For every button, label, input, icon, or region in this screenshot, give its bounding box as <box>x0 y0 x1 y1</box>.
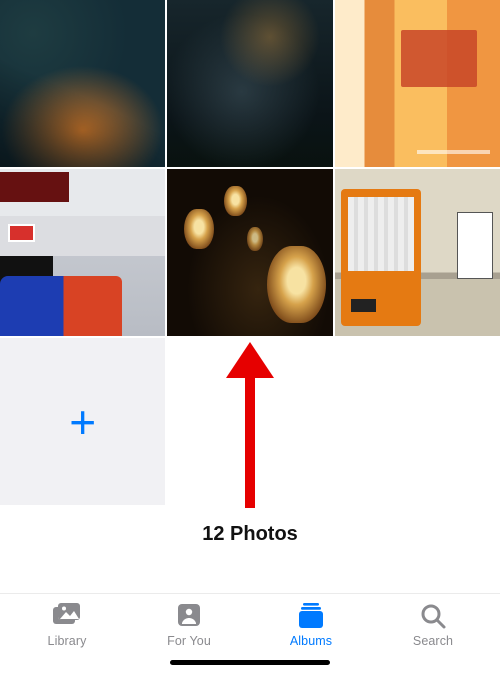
tab-label: Library <box>48 634 87 648</box>
tab-bar: Library For You Albums Search <box>0 593 500 654</box>
search-icon <box>417 602 449 630</box>
thumb-detail <box>224 186 247 216</box>
photo-thumbnail[interactable] <box>0 169 165 336</box>
tab-library[interactable]: Library <box>6 602 128 648</box>
tab-label: Albums <box>290 634 332 648</box>
thumb-detail <box>457 212 493 279</box>
plus-icon: + <box>69 399 96 445</box>
for-you-icon <box>173 602 205 630</box>
library-icon <box>51 602 83 630</box>
tab-label: Search <box>413 634 453 648</box>
albums-icon <box>295 602 327 630</box>
thumb-detail <box>0 276 122 336</box>
photo-thumbnail[interactable] <box>0 0 165 167</box>
photo-count-label: 12 Photos <box>0 505 500 554</box>
thumb-detail <box>247 227 264 250</box>
thumb-detail <box>8 224 34 242</box>
photo-thumbnail[interactable] <box>335 169 500 336</box>
photo-thumbnail[interactable] <box>335 0 500 167</box>
tab-label: For You <box>167 634 211 648</box>
thumb-detail <box>0 172 69 202</box>
thumb-detail <box>341 189 420 326</box>
add-photo-tile[interactable]: + <box>0 338 165 505</box>
thumb-detail <box>267 246 327 323</box>
thumb-detail <box>184 209 214 249</box>
photos-app-root: + 12 Photos Library For You <box>0 0 500 673</box>
photo-thumbnail[interactable] <box>167 0 332 167</box>
photo-grid: + <box>0 0 500 505</box>
tab-for-you[interactable]: For You <box>128 602 250 648</box>
photo-thumbnail[interactable] <box>167 169 332 336</box>
home-indicator[interactable] <box>170 660 330 665</box>
tab-search[interactable]: Search <box>372 602 494 648</box>
tab-albums[interactable]: Albums <box>250 602 372 648</box>
